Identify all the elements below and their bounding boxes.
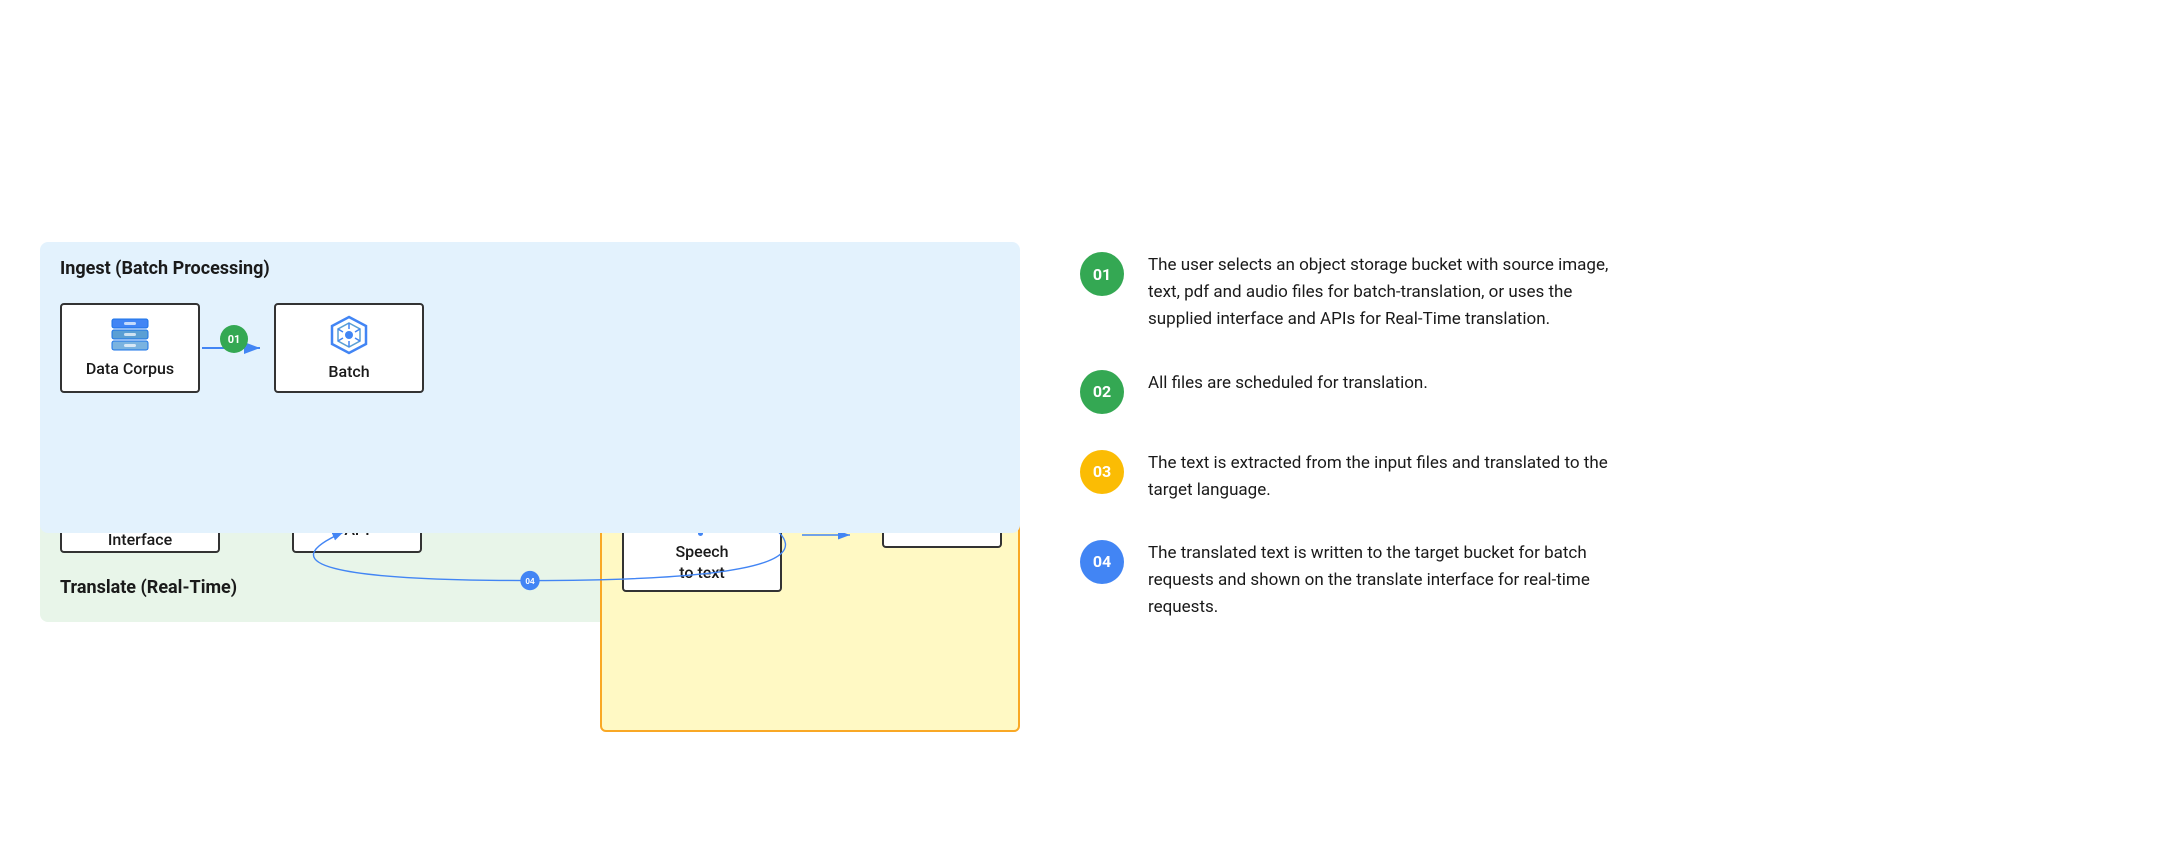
step-text-01: The user selects an object storage bucke… [1148,252,1628,334]
data-corpus-icon [110,317,150,353]
main-container: Ingest (Batch Processing) [40,242,2122,622]
step-badge-04: 04 [1080,540,1124,584]
step-item-02: 02 All files are scheduled for translati… [1080,370,2122,414]
diagram-wrapper: Ingest (Batch Processing) [40,242,1020,622]
step-badge-01: 01 [1080,252,1124,296]
step-badge-02: 02 [1080,370,1124,414]
badge-01-ingest: 01 [220,325,248,353]
step-text-04: The translated text is written to the ta… [1148,540,1628,622]
ingest-region: Ingest (Batch Processing) [40,242,1020,533]
step-text-02: All files are scheduled for translation. [1148,370,1428,397]
data-corpus-label: Data Corpus [86,359,174,380]
step-text-03: The text is extracted from the input fil… [1148,450,1628,504]
step-item-04: 04 The translated text is written to the… [1080,540,2122,622]
data-corpus-node: Data Corpus [60,303,200,393]
ingest-row: Data Corpus 01 [60,293,1000,403]
ingest-label: Ingest (Batch Processing) [60,258,1000,279]
batch-icon [328,314,370,356]
step-item-01: 01 The user selects an object storage bu… [1080,252,2122,334]
step-item-03: 03 The text is extracted from the input … [1080,450,2122,504]
step-badge-03: 03 [1080,450,1124,494]
batch-label: Batch [328,362,369,383]
speech-to-text-label: Speechto text [675,542,728,584]
batch-node: Batch [274,303,424,393]
steps-area: 01 The user selects an object storage bu… [1080,242,2122,622]
